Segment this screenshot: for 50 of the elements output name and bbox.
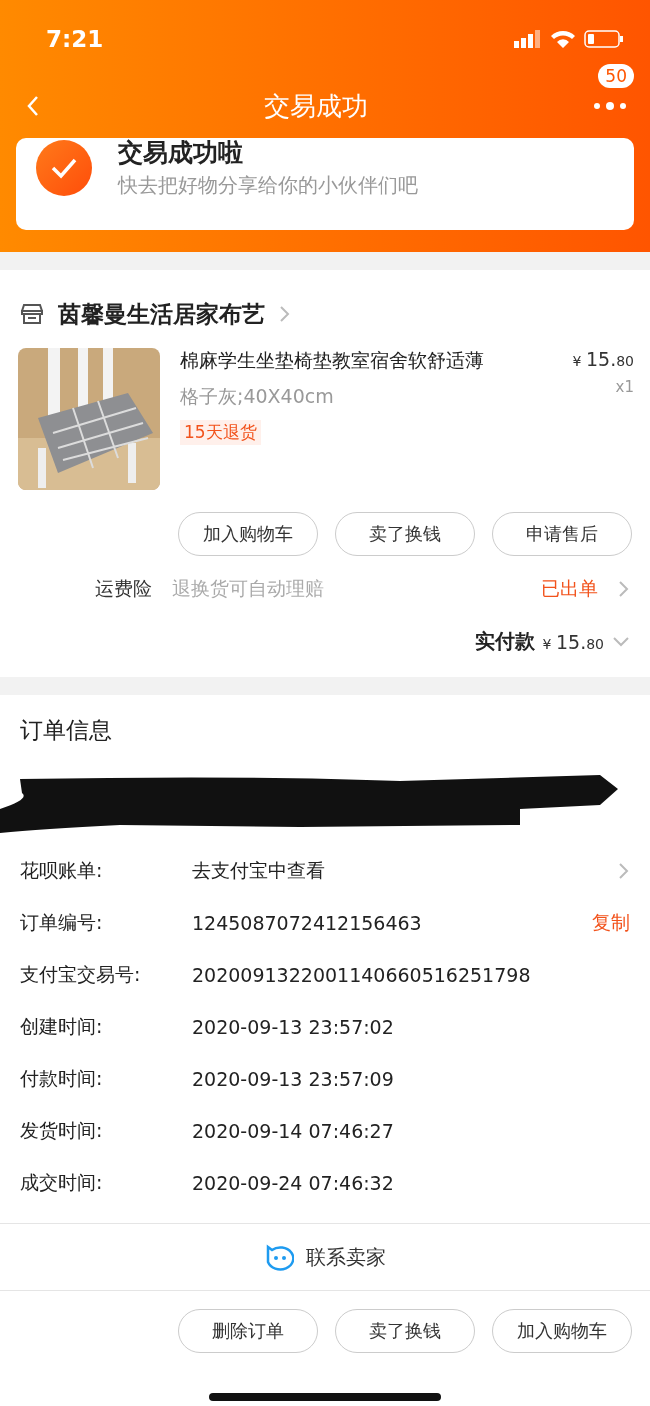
product-quantity: x1 [615, 378, 634, 396]
wifi-icon [550, 29, 576, 49]
info-label: 发货时间: [20, 1118, 104, 1143]
action-button[interactable]: 卖了换钱 [335, 1309, 475, 1353]
info-label: 订单编号: [20, 910, 104, 935]
message-badge: 50 [598, 64, 634, 88]
info-value: 2020-09-24 07:46:32 [192, 1172, 395, 1194]
product-price: ¥ 15.80 [572, 348, 634, 370]
status-time: 7:21 [46, 26, 104, 52]
insurance-description: 退换货可自动理赔 [172, 576, 325, 601]
page-title: 交易成功 [264, 89, 368, 123]
info-label: 花呗账单: [20, 858, 104, 883]
shop-name[interactable]: 茵馨曼生活居家布艺 [58, 298, 265, 330]
battery-icon [584, 29, 624, 49]
chevron-right-icon [618, 862, 630, 880]
insurance-label: 运费险 [95, 576, 152, 601]
chat-face-icon [264, 1243, 294, 1271]
success-subtitle: 快去把好物分享给你的小伙伴们吧 [118, 172, 418, 199]
action-button[interactable]: 加入购物车 [492, 1309, 632, 1353]
back-icon[interactable] [26, 95, 40, 117]
info-value: 2020-09-14 07:46:27 [192, 1120, 395, 1142]
order-info-title: 订单信息 [19, 716, 113, 745]
more-icon[interactable] [592, 101, 628, 111]
info-value[interactable]: 去支付宝中查看 [192, 858, 618, 884]
total-price: ¥ 15.80 [542, 630, 604, 653]
action-button[interactable]: 加入购物车 [178, 512, 318, 556]
action-button[interactable]: 申请售后 [492, 512, 632, 556]
info-label: 创建时间: [20, 1014, 104, 1039]
action-button[interactable]: 卖了换钱 [335, 512, 475, 556]
info-value: 2020-09-13 23:57:02 [192, 1016, 395, 1038]
contact-seller-button[interactable]: 联系卖家 [0, 1223, 650, 1291]
signal-icon [514, 30, 542, 48]
total-label: 实付款 [474, 628, 535, 655]
product-sku: 格子灰;40X40cm [180, 384, 335, 409]
shop-icon [20, 303, 44, 325]
product-title[interactable]: 棉麻学生坐垫椅垫教室宿舍软舒适薄 [180, 348, 553, 374]
copy-link[interactable]: 复制 [592, 910, 630, 936]
chevron-down-icon [612, 635, 630, 648]
chevron-right-icon [618, 580, 630, 598]
info-value: 2020091322001140660516251798 [192, 964, 532, 986]
info-label: 支付宝交易号: [20, 962, 142, 987]
success-title: 交易成功啦 [118, 138, 244, 168]
action-button[interactable]: 删除订单 [178, 1309, 318, 1353]
insurance-status[interactable]: 已出单 [541, 576, 598, 602]
info-value: 2020-09-13 23:57:09 [192, 1068, 395, 1090]
chevron-right-icon [279, 305, 291, 323]
info-value: 1245087072412156463 [192, 912, 423, 934]
info-label: 付款时间: [20, 1066, 104, 1091]
info-label: 成交时间: [20, 1170, 104, 1195]
return-tag: 15天退货 [180, 420, 261, 445]
